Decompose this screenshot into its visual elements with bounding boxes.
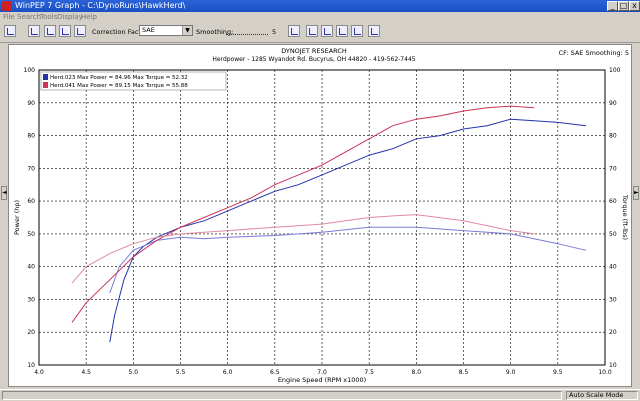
menu-help[interactable]: Help [81, 13, 97, 21]
menu-search[interactable]: Search [17, 13, 41, 21]
y-tick-label: 90 [27, 100, 35, 107]
close-button[interactable]: x [629, 1, 640, 11]
company-address: Herdpower - 1285 Wyandot Rd. Bucyrus, OH… [212, 56, 415, 63]
legend-entry: Herd.023 Max Power = 84.96 Max Torque = … [50, 75, 188, 81]
minimize-button[interactable]: _ [607, 1, 618, 11]
smoothing-slider[interactable] [226, 28, 268, 35]
legend-swatch [43, 74, 48, 80]
x-tick-label: 4.5 [81, 369, 91, 376]
next-run-icon[interactable] [321, 25, 333, 37]
y2-tick-label: 80 [609, 133, 617, 140]
y-tick-label: 10 [27, 362, 35, 369]
y2-tick-label: 20 [609, 329, 617, 336]
y2-tick-label: 40 [609, 264, 617, 271]
y-axis-label: Power (hp) [13, 200, 21, 235]
overlay-icon[interactable] [336, 25, 348, 37]
x-tick-label: 6.5 [270, 369, 280, 376]
menu-file[interactable]: File [3, 13, 15, 21]
y2-tick-label: 10 [609, 362, 617, 369]
status-bar: Auto Scale Mode [0, 389, 640, 401]
x-tick-label: 9.5 [553, 369, 563, 376]
legend-entry: Herd.041 Max Power = 89.15 Max Torque = … [50, 83, 188, 89]
correction-factor-select[interactable]: SAE ▼ [139, 25, 193, 36]
maximize-button[interactable]: □ [618, 1, 629, 11]
correction-factor-value: SAE [142, 26, 155, 34]
menu-tools[interactable]: Tools [40, 13, 57, 21]
y-tick-label: 80 [27, 133, 35, 140]
graph-power-icon[interactable] [28, 25, 40, 37]
y-tick-label: 20 [27, 329, 35, 336]
dyno-chart: DYNOJET RESEARCH Herdpower - 1285 Wyando… [13, 47, 629, 384]
y2-tick-label: 70 [609, 165, 617, 172]
graph-type-icon[interactable] [4, 25, 16, 37]
y-tick-label: 50 [27, 231, 35, 238]
right-arrow-icon[interactable]: ► [633, 186, 639, 200]
y-tick-label: 30 [27, 296, 35, 303]
y-tick-label: 100 [24, 67, 36, 74]
y-tick-label: 70 [27, 165, 35, 172]
y-tick-label: 40 [27, 264, 35, 271]
smoothing-value: 5 [272, 28, 277, 36]
x-tick-label: 8.0 [412, 369, 422, 376]
help-icon[interactable] [368, 25, 380, 37]
left-arrow-icon[interactable]: ◄ [1, 186, 7, 200]
y2-tick-label: 60 [609, 198, 617, 205]
app-icon [2, 1, 12, 11]
print-icon[interactable] [288, 25, 300, 37]
graph-afr-icon[interactable] [59, 25, 71, 37]
x-axis-label: Engine Speed (RPM x1000) [278, 376, 366, 384]
y-tick-label: 60 [27, 198, 35, 205]
y2-tick-label: 90 [609, 100, 617, 107]
x-tick-label: 5.5 [176, 369, 186, 376]
cf-smoothing-readout: CF: SAE Smoothing: 5 [559, 49, 629, 57]
company-name: DYNOJET RESEARCH [281, 47, 347, 55]
x-tick-label: 9.0 [506, 369, 516, 376]
menu-bar: File Search Tools Display Help [0, 12, 640, 22]
x-tick-label: 8.5 [459, 369, 469, 376]
graph-panel: DYNOJET RESEARCH Herdpower - 1285 Wyando… [8, 44, 632, 387]
status-mode: Auto Scale Mode [569, 391, 624, 399]
status-cell-main [2, 391, 562, 400]
toolbar: Correction Factor SAE ▼ Smoothing: 5 [0, 22, 640, 43]
y2-tick-label: 100 [609, 67, 621, 74]
x-tick-label: 6.0 [223, 369, 233, 376]
chevron-down-icon: ▼ [182, 26, 192, 35]
x-tick-label: 7.5 [364, 369, 374, 376]
x-tick-label: 5.0 [129, 369, 139, 376]
window-title: WinPEP 7 Graph - C:\DynoRuns\HawkHerd\ [15, 1, 186, 10]
zoom-icon[interactable] [351, 25, 363, 37]
title-bar: WinPEP 7 Graph - C:\DynoRuns\HawkHerd\ _… [0, 0, 640, 12]
y2-tick-label: 30 [609, 296, 617, 303]
prev-run-icon[interactable] [306, 25, 318, 37]
x-tick-label: 7.0 [317, 369, 327, 376]
y2-axis-label: Torque (ft-lbs) [621, 194, 629, 240]
y2-tick-label: 50 [609, 231, 617, 238]
x-tick-label: 4.0 [34, 369, 44, 376]
legend-swatch [43, 82, 48, 88]
graph-torque-icon[interactable] [44, 25, 56, 37]
x-tick-label: 10.0 [598, 369, 612, 376]
graph-boost-icon[interactable] [74, 25, 86, 37]
menu-display[interactable]: Display [57, 13, 83, 21]
